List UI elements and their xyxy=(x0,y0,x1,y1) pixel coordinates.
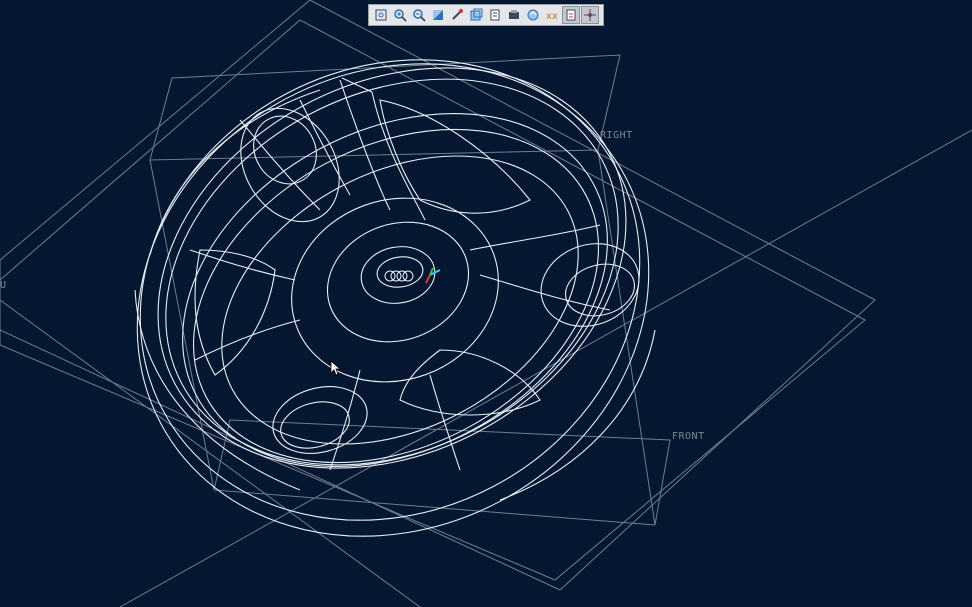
saved-views-icon xyxy=(470,8,483,21)
window-bottom xyxy=(272,386,368,454)
hub-cap xyxy=(360,246,436,304)
window-left xyxy=(194,249,276,376)
reorient-button[interactable] xyxy=(448,6,466,24)
refit-icon xyxy=(375,9,387,21)
layers-icon xyxy=(490,9,500,21)
repaint-icon xyxy=(433,10,443,20)
display-style-icon xyxy=(509,10,519,19)
view-toolbar: xx xyxy=(368,4,604,26)
top-plane-label: U xyxy=(0,280,7,291)
window-top xyxy=(379,99,531,214)
datum-display-icon: xx xyxy=(546,11,558,22)
top-datum-plane-inner xyxy=(0,19,866,581)
four-rings-emblem xyxy=(384,270,414,282)
view-manager-icon xyxy=(527,9,539,21)
annotation-display-button[interactable] xyxy=(562,6,580,24)
datum-planes xyxy=(0,0,972,607)
window-lower-right xyxy=(399,349,541,416)
wheel-wireframe xyxy=(134,59,656,537)
saved-views-button[interactable] xyxy=(467,6,485,24)
svg-text:xx: xx xyxy=(546,11,558,22)
refit-button[interactable] xyxy=(372,6,390,24)
spoke-left xyxy=(189,249,301,361)
zoom-out-icon xyxy=(413,9,426,22)
front-plane-label: FRONT xyxy=(672,431,705,442)
display-style-button[interactable] xyxy=(505,6,523,24)
layers-button[interactable] xyxy=(486,6,504,24)
repaint-button[interactable] xyxy=(429,6,447,24)
window-right-inner xyxy=(565,263,635,317)
zoom-in-icon xyxy=(394,9,407,22)
zoom-out-button[interactable] xyxy=(410,6,428,24)
graphics-window[interactable] xyxy=(0,0,972,607)
right-plane-label: RIGHT xyxy=(600,130,633,141)
hub-ring xyxy=(326,221,470,343)
top-datum-plane xyxy=(0,0,876,591)
zoom-in-button[interactable] xyxy=(391,6,409,24)
annotation-display-icon xyxy=(566,9,576,21)
view-manager-button[interactable] xyxy=(524,6,542,24)
datum-display-button[interactable]: xx xyxy=(543,6,561,24)
spin-center-icon xyxy=(584,9,596,21)
reorient-icon xyxy=(452,9,463,20)
spin-center-button[interactable] xyxy=(581,6,599,24)
hub-outer xyxy=(291,197,499,383)
mouse-cursor-icon xyxy=(330,360,342,376)
hub-cap-inner xyxy=(376,256,424,288)
